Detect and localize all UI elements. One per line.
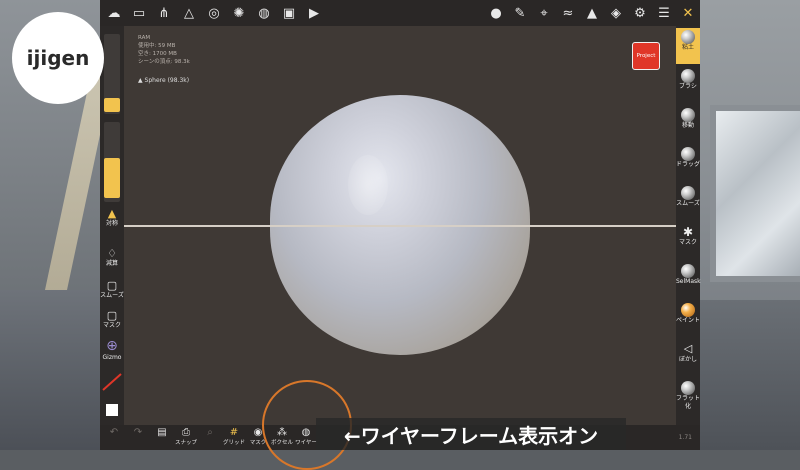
stack-icon: ▤ — [157, 427, 167, 438]
sculpt-app: ☁ ▭ ⋔ △ ◎ ✺ ◍ ▣ ▶ ● ✎ ⌖ ≈ ▲ ◈ ⚙ ☰ ✕ ▲ 対称… — [100, 0, 701, 470]
subtract-drop-icon: ♢ — [107, 247, 117, 260]
tool-brush[interactable]: ブラシ — [676, 67, 700, 103]
subtract-button[interactable]: ♢ 減算 — [100, 248, 124, 268]
scene-stats: RAM 使用中: 59 MB 空き: 1700 MB シーンの頂点: 98.3k — [138, 34, 190, 66]
picker-icon[interactable]: ⌖ — [532, 2, 556, 24]
home-icon[interactable]: ☁ — [102, 2, 126, 24]
layers-icon[interactable]: ◈ — [604, 2, 628, 24]
intensity-slider[interactable] — [104, 122, 120, 202]
tool-move[interactable]: 移動 — [676, 106, 700, 142]
logo-text: ijigen — [26, 46, 90, 70]
tool-clay[interactable]: 粘土 — [676, 28, 700, 64]
symmetry-icon: ▲ — [107, 207, 117, 220]
top-toolbar: ☁ ▭ ⋔ △ ◎ ✺ ◍ ▣ ▶ ● ✎ ⌖ ≈ ▲ ◈ ⚙ ☰ ✕ — [100, 0, 700, 26]
topology-icon[interactable]: △ — [177, 2, 201, 24]
symmetry-plane-line — [124, 225, 676, 227]
undo-icon: ↶ — [109, 427, 119, 438]
gizmo-icon: ⊕ — [106, 338, 118, 354]
mesh-triangle-icon: ▲ — [138, 77, 143, 84]
mesh-label[interactable]: ▲ Sphere (98.3k) — [138, 77, 189, 84]
intensity-slider-knob[interactable] — [104, 158, 120, 198]
mask-button[interactable]: ▢ マスク — [100, 310, 124, 330]
snap-button[interactable]: ⎙ スナップ — [174, 427, 198, 447]
tools-icon[interactable]: ✕ — [676, 2, 700, 24]
image-icon[interactable]: ▣ — [277, 2, 301, 24]
mask-icon: ✱ — [682, 225, 694, 239]
grid-button[interactable]: # グリッド — [222, 427, 246, 447]
selmask-icon — [681, 264, 695, 278]
symmetry-button[interactable]: ▲ 対称 — [100, 208, 124, 228]
ram-free: 空き: 1700 MB — [138, 51, 177, 57]
smooth-square-icon: ▢ — [106, 279, 118, 292]
move-icon — [681, 108, 695, 122]
stack-button[interactable]: ▤ — [150, 427, 174, 439]
sphere-highlight — [348, 155, 388, 215]
no-color-icon — [102, 373, 122, 391]
background-floor-right — [700, 300, 800, 450]
mask-square-icon: ▢ — [106, 309, 118, 322]
zoom-button[interactable]: ⌕ — [198, 427, 222, 439]
camera-icon: ⎙ — [182, 427, 190, 438]
ram-label: RAM — [138, 35, 151, 41]
pen-icon[interactable]: ✎ — [508, 2, 532, 24]
smooth-button[interactable]: ▢ スムーズ — [100, 280, 124, 300]
mesh-name: Sphere (98.3k) — [144, 77, 190, 84]
tool-paint[interactable]: ペイント — [676, 301, 700, 337]
color-slash-swatch[interactable] — [100, 371, 124, 393]
background-floor — [0, 290, 100, 450]
brush-icon — [681, 69, 695, 83]
ijigen-logo: ijigen — [12, 12, 104, 104]
tool-drag[interactable]: ドラッグ — [676, 145, 700, 181]
tool-selmask[interactable]: SelMask — [676, 262, 701, 298]
video-icon[interactable]: ▶ — [302, 2, 326, 24]
material-icon[interactable]: ◍ — [252, 2, 276, 24]
tool-smooth[interactable]: スムーズ — [676, 184, 700, 220]
redo-button[interactable]: ↷ — [126, 427, 150, 439]
globe-icon[interactable]: ◎ — [202, 2, 226, 24]
clay-brush-icon — [681, 30, 695, 44]
drag-icon — [681, 147, 695, 161]
caption-text: ←ワイヤーフレーム表示オン — [316, 418, 626, 450]
tool-flatten[interactable]: フラット化 — [676, 379, 700, 423]
sliders-icon[interactable]: ☰ — [652, 2, 676, 24]
smooth-icon — [681, 186, 695, 200]
blur-icon: ◁ — [683, 342, 693, 355]
scene-vertices: シーンの頂点: 98.3k — [138, 59, 190, 65]
folder-icon[interactable]: ▭ — [127, 2, 151, 24]
background-window — [710, 105, 800, 282]
settings-icon[interactable]: ⚙ — [628, 2, 652, 24]
background-right — [700, 0, 800, 450]
tool-blur[interactable]: ◁ ぼかし — [676, 340, 700, 376]
white-swatch-icon — [106, 404, 118, 416]
radius-slider-knob[interactable] — [104, 98, 120, 112]
flatten-icon — [681, 381, 695, 395]
zoom-icon: ⌕ — [207, 427, 213, 438]
right-toolbar: 粘土 ブラシ 移動 ドラッグ スムーズ ✱ マスク SelMask ペイント ◁… — [676, 26, 701, 450]
radius-slider[interactable] — [104, 34, 120, 114]
project-button[interactable]: Project — [632, 42, 660, 70]
grid-icon: # — [229, 427, 239, 438]
alpha-icon[interactable]: ▲ — [580, 2, 604, 24]
paint-icon — [681, 303, 695, 317]
gizmo-button[interactable]: ⊕ Gizmo — [100, 338, 124, 362]
stroke-icon[interactable]: ≈ — [556, 2, 580, 24]
redo-icon: ↷ — [133, 427, 143, 438]
undo-button[interactable]: ↶ — [102, 427, 126, 439]
color-swatch[interactable] — [100, 404, 124, 416]
matcap-ball-icon[interactable]: ● — [484, 2, 508, 24]
ram-used: 使用中: 59 MB — [138, 43, 176, 49]
tool-mask[interactable]: ✱ マスク — [676, 223, 700, 259]
left-toolbar: ▲ 対称 ♢ 減算 ▢ スムーズ ▢ マスク ⊕ Gizmo — [100, 26, 124, 450]
version-label: 1.71 — [678, 434, 692, 441]
light-icon[interactable]: ✺ — [227, 2, 251, 24]
scene-graph-icon[interactable]: ⋔ — [152, 2, 176, 24]
